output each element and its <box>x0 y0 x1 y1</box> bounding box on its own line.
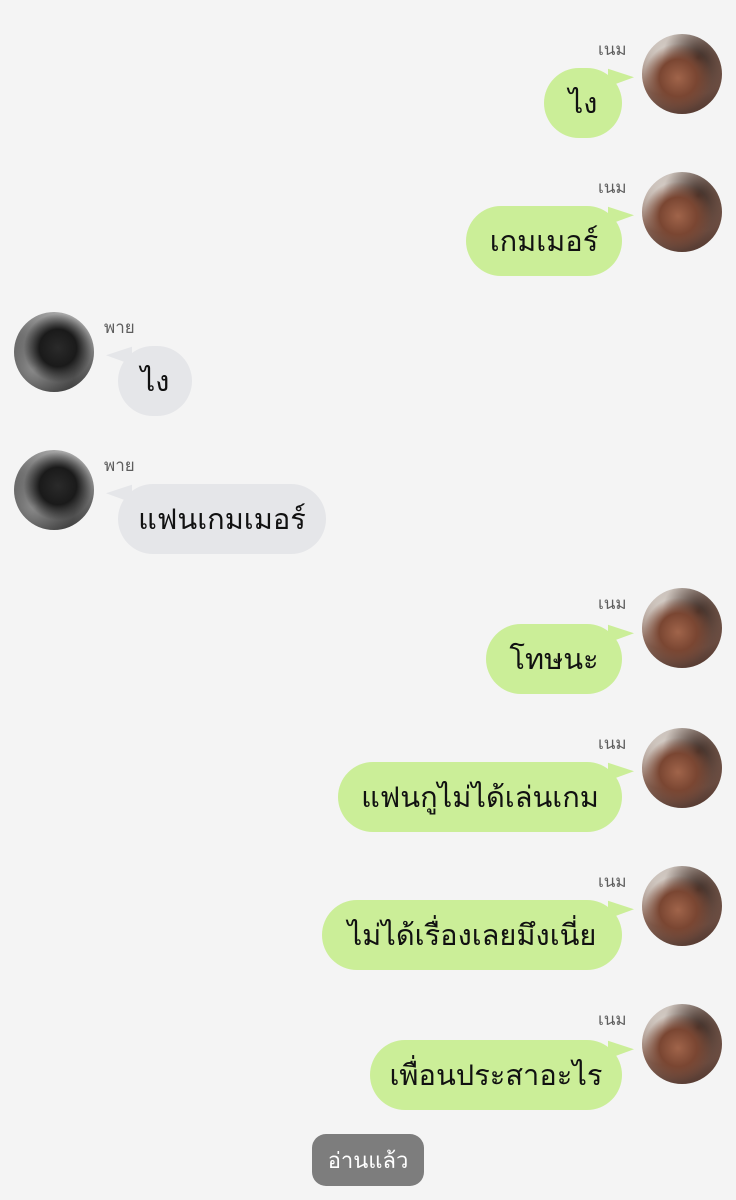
message-bubble[interactable]: แฟนกูไม่ได้เล่นเกม <box>338 762 622 832</box>
sender-name: เนม <box>598 872 627 892</box>
message-bubble[interactable]: โทษนะ <box>486 624 622 694</box>
avatar[interactable] <box>642 34 722 114</box>
message-bubble[interactable]: ไง <box>118 346 192 416</box>
sender-name: เนม <box>598 594 627 614</box>
message-bubble[interactable]: แฟนเกมเมอร์ <box>118 484 326 554</box>
avatar[interactable] <box>14 450 94 530</box>
sender-name: เนม <box>598 40 627 60</box>
sender-name: เนม <box>598 1010 627 1030</box>
avatar[interactable] <box>642 728 722 808</box>
avatar[interactable] <box>14 312 94 392</box>
sender-name: เนม <box>598 734 627 754</box>
message-bubble[interactable]: เพื่อนประสาอะไร <box>370 1040 622 1110</box>
avatar[interactable] <box>642 172 722 252</box>
avatar[interactable] <box>642 1004 722 1084</box>
message-bubble[interactable]: เกมเมอร์ <box>466 206 622 276</box>
message-bubble[interactable]: ไง <box>544 68 622 138</box>
sender-name: พาย <box>104 456 135 476</box>
message-bubble[interactable]: ไม่ได้เรื่องเลยมึงเนี่ย <box>322 900 622 970</box>
sender-name: เนม <box>598 178 627 198</box>
avatar[interactable] <box>642 866 722 946</box>
avatar[interactable] <box>642 588 722 668</box>
read-status-badge: อ่านแล้ว <box>312 1134 424 1186</box>
sender-name: พาย <box>104 318 135 338</box>
